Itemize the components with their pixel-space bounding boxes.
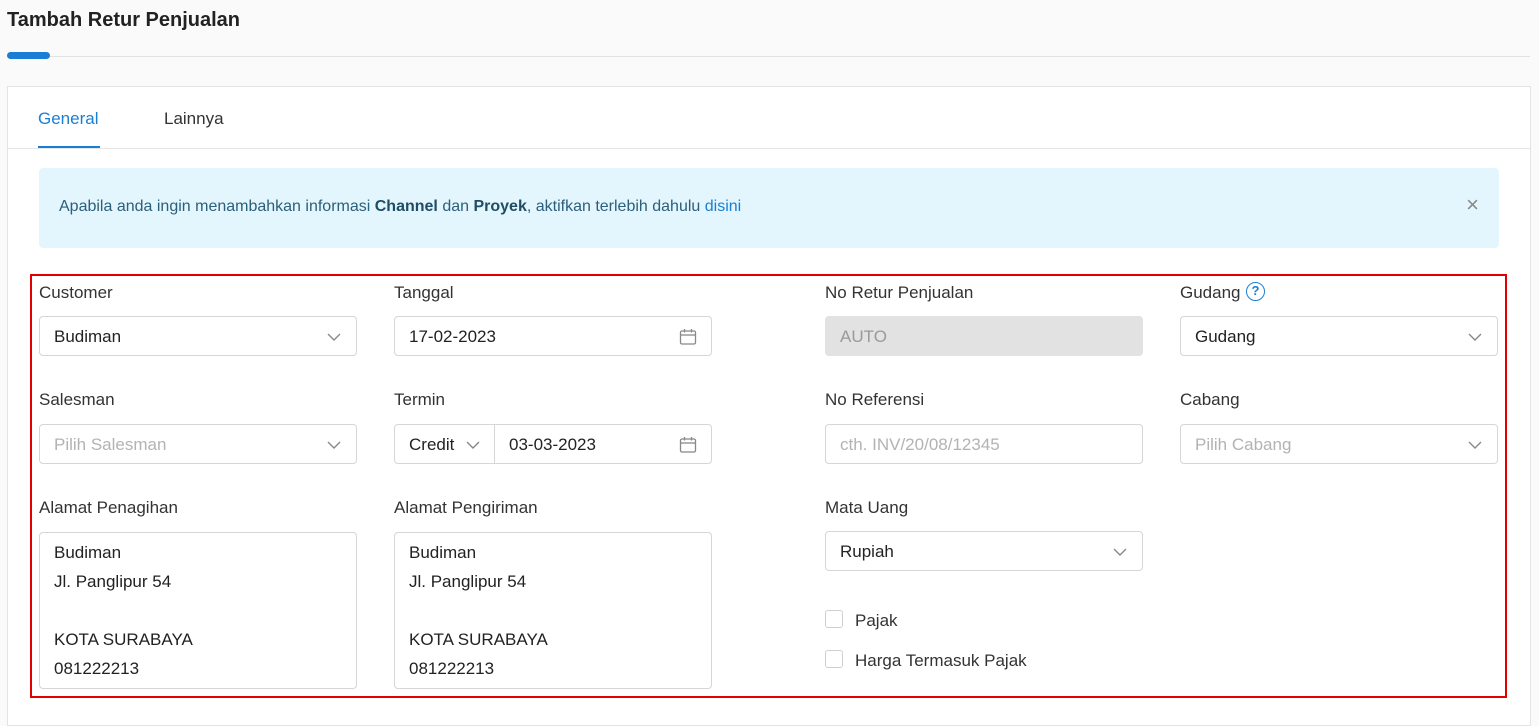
alert-link-disini[interactable]: disini bbox=[705, 198, 741, 215]
cabang-select[interactable]: Pilih Cabang bbox=[1180, 424, 1498, 464]
alert-text-channel: Channel bbox=[374, 198, 438, 215]
mata-uang-select[interactable]: Rupiah bbox=[825, 531, 1143, 571]
chevron-down-icon bbox=[1113, 548, 1127, 556]
pajak-label: Pajak bbox=[855, 611, 898, 630]
customer-label: Customer bbox=[39, 283, 113, 302]
termin-type-value[interactable]: Credit bbox=[409, 435, 454, 455]
title-accent-bar bbox=[7, 52, 50, 59]
info-alert: Apabila anda ingin menambahkan informasi… bbox=[39, 168, 1499, 248]
help-circle-icon[interactable]: ? bbox=[1246, 282, 1265, 301]
gudang-select[interactable]: Gudang bbox=[1180, 316, 1498, 356]
gudang-value: Gudang bbox=[1195, 327, 1256, 346]
calendar-icon bbox=[679, 329, 697, 345]
no-retur-input: AUTO bbox=[825, 316, 1143, 356]
cabang-label: Cabang bbox=[1180, 390, 1240, 409]
gudang-label: Gudang bbox=[1180, 283, 1241, 302]
alert-text-prefix: Apabila anda ingin menambahkan informasi bbox=[59, 198, 375, 215]
chevron-down-icon bbox=[327, 441, 341, 449]
no-referensi-label: No Referensi bbox=[825, 390, 925, 409]
alamat-penagihan-textarea[interactable]: Budiman Jl. Panglipur 54 KOTA SURABAYA 0… bbox=[39, 532, 357, 689]
mata-uang-label: Mata Uang bbox=[825, 498, 909, 517]
tab-general[interactable]: General bbox=[38, 109, 98, 129]
alamat-pengiriman-line: 081222213 bbox=[409, 659, 495, 678]
alamat-penagihan-line: KOTA SURABAYA bbox=[54, 630, 193, 649]
alamat-pengiriman-line: Jl. Panglipur 54 bbox=[409, 572, 527, 591]
harga-termasuk-pajak-label: Harga Termasuk Pajak bbox=[855, 651, 1027, 670]
tab-lainnya[interactable]: Lainnya bbox=[164, 109, 224, 129]
no-retur-label: No Retur Penjualan bbox=[825, 283, 974, 302]
salesman-label: Salesman bbox=[39, 390, 115, 409]
customer-value: Budiman bbox=[54, 327, 122, 346]
active-tab-indicator bbox=[38, 146, 100, 148]
tab-bar: General Lainnya bbox=[8, 87, 1530, 149]
salesman-placeholder: Pilih Salesman bbox=[54, 435, 167, 454]
chevron-down-icon bbox=[327, 333, 341, 341]
alamat-pengiriman-line: KOTA SURABAYA bbox=[409, 630, 548, 649]
tanggal-label: Tanggal bbox=[394, 283, 454, 302]
alamat-penagihan-line: Budiman bbox=[54, 543, 122, 562]
alert-text-mid: dan bbox=[437, 198, 474, 215]
alamat-penagihan-line: Jl. Panglipur 54 bbox=[54, 572, 172, 591]
calendar-icon[interactable] bbox=[679, 436, 697, 454]
chevron-down-icon bbox=[1468, 441, 1482, 449]
termin-divider bbox=[494, 425, 495, 463]
pajak-checkbox[interactable] bbox=[825, 610, 843, 628]
tanggal-value: 17-02-2023 bbox=[409, 327, 496, 346]
no-referensi-placeholder: cth. INV/20/08/12345 bbox=[840, 435, 1000, 454]
salesman-select[interactable]: Pilih Salesman bbox=[39, 424, 357, 464]
alert-text-proyek: Proyek bbox=[473, 198, 527, 215]
no-referensi-input[interactable]: cth. INV/20/08/12345 bbox=[825, 424, 1143, 464]
cabang-placeholder: Pilih Cabang bbox=[1195, 435, 1292, 454]
alamat-penagihan-line: 081222213 bbox=[54, 659, 140, 678]
alamat-penagihan-label: Alamat Penagihan bbox=[39, 498, 178, 517]
termin-group: Credit 03-03-2023 bbox=[394, 424, 712, 464]
chevron-down-icon[interactable] bbox=[465, 437, 481, 453]
chevron-down-icon bbox=[1468, 333, 1482, 341]
harga-termasuk-pajak-checkbox[interactable] bbox=[825, 650, 843, 668]
customer-select[interactable]: Budiman bbox=[39, 316, 357, 356]
termin-label: Termin bbox=[394, 390, 446, 409]
alamat-pengiriman-textarea[interactable]: Budiman Jl. Panglipur 54 KOTA SURABAYA 0… bbox=[394, 532, 712, 689]
mata-uang-value: Rupiah bbox=[840, 542, 894, 561]
title-rule bbox=[7, 56, 1530, 57]
alert-text-suffix: , aktifkan terlebih dahulu bbox=[526, 198, 705, 215]
tanggal-datepicker[interactable]: 17-02-2023 bbox=[394, 316, 712, 356]
alert-message: Apabila anda ingin menambahkan informasi… bbox=[59, 198, 741, 216]
close-icon[interactable]: × bbox=[1466, 194, 1479, 216]
termin-date-value[interactable]: 03-03-2023 bbox=[509, 435, 596, 455]
page-title: Tambah Retur Penjualan bbox=[7, 9, 241, 31]
no-retur-value: AUTO bbox=[840, 327, 887, 346]
alamat-pengiriman-label: Alamat Pengiriman bbox=[394, 498, 538, 517]
alamat-pengiriman-line: Budiman bbox=[409, 543, 477, 562]
